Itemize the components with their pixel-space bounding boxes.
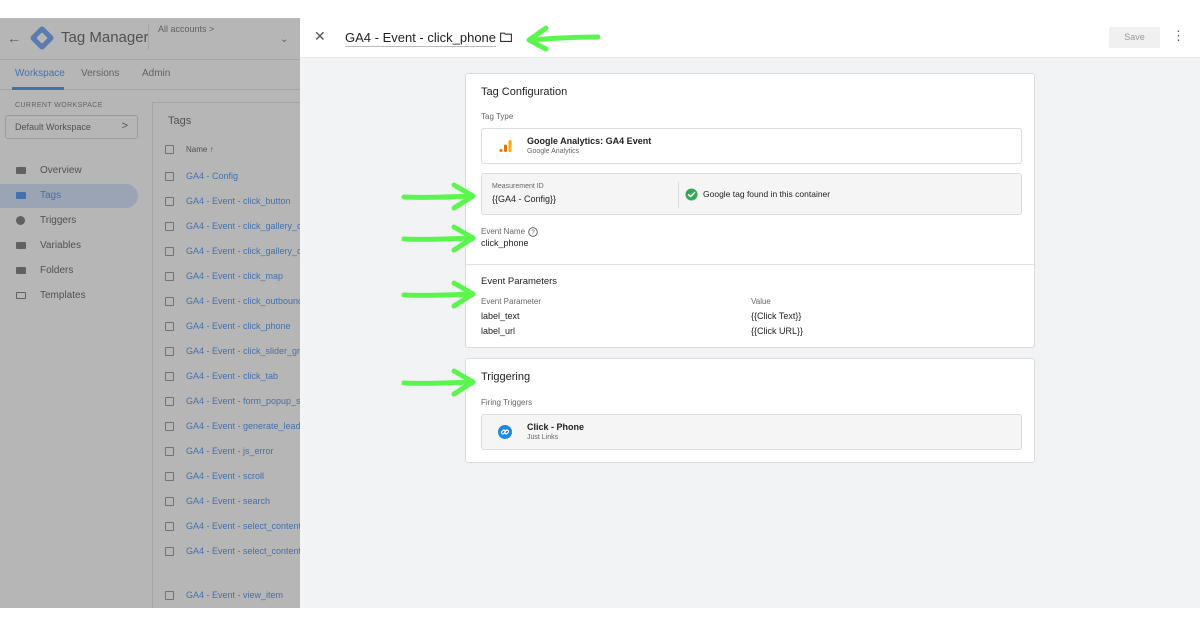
save-button[interactable]: Save [1109,27,1160,48]
triggering-card[interactable]: Triggering Firing Triggers Click - Phone… [465,358,1035,463]
measurement-id-box[interactable]: Measurement ID {{GA4 - Config}} Google t… [481,173,1022,215]
parameter-value: {{Click Text}} [751,311,802,321]
screenshot-stage: ← Tag Manager All accounts > ⌄ Workspace… [0,0,1200,627]
close-icon[interactable]: ✕ [314,28,326,45]
annotation-arrow-icon [401,280,476,309]
google-analytics-icon [499,140,512,152]
folder-outline-icon[interactable] [500,32,512,42]
firing-trigger-item[interactable]: Click - Phone Just Links [481,414,1022,450]
trigger-type: Just Links [527,434,559,441]
panel-header: ✕ GA4 - Event - click_phone Save ⋮ [300,18,1200,58]
measurement-id-value[interactable]: {{GA4 - Config}} [492,194,556,204]
measurement-id-label: Measurement ID [492,183,544,190]
value-column-label: Value [751,297,771,306]
tag-name-title[interactable]: GA4 - Event - click_phone [345,30,497,47]
event-parameters-title: Event Parameters [481,276,558,287]
tag-type-label: Tag Type [481,112,514,121]
svg-text:?: ? [531,230,535,236]
firing-triggers-label: Firing Triggers [481,398,533,407]
measurement-divider [678,182,679,208]
annotation-arrow-icon [401,182,476,211]
annotation-arrow-icon [526,25,601,52]
tag-type-selector[interactable]: Google Analytics: GA4 Event Google Analy… [481,128,1022,164]
tag-type-name: Google Analytics: GA4 Event [527,136,652,146]
parameter-name: label_text [481,311,520,321]
triggering-title: Triggering [481,371,531,383]
event-name-label: Event Name [481,227,526,236]
tag-configuration-title: Tag Configuration [481,86,568,98]
google-tag-status: Google tag found in this container [703,189,831,199]
event-parameter-column-label: Event Parameter [481,297,542,306]
modal-scrim[interactable] [0,18,300,608]
parameter-value: {{Click URL}} [751,326,804,336]
link-icon [498,425,512,439]
help-icon[interactable]: ? [528,227,538,237]
section-divider [466,264,1034,265]
trigger-name: Click - Phone [527,422,585,432]
event-name-value[interactable]: click_phone [481,238,529,248]
tag-editor-panel: ✕ GA4 - Event - click_phone Save ⋮ Tag C… [300,18,1200,608]
tag-configuration-card[interactable]: Tag Configuration Tag Type Google Analyt… [465,73,1035,348]
check-circle-icon [685,188,698,201]
parameter-name: label_url [481,326,516,336]
annotation-arrow-icon [401,368,476,397]
more-vert-icon[interactable]: ⋮ [1172,28,1185,44]
annotation-arrow-icon [401,224,476,253]
tag-type-vendor: Google Analytics [527,148,580,155]
